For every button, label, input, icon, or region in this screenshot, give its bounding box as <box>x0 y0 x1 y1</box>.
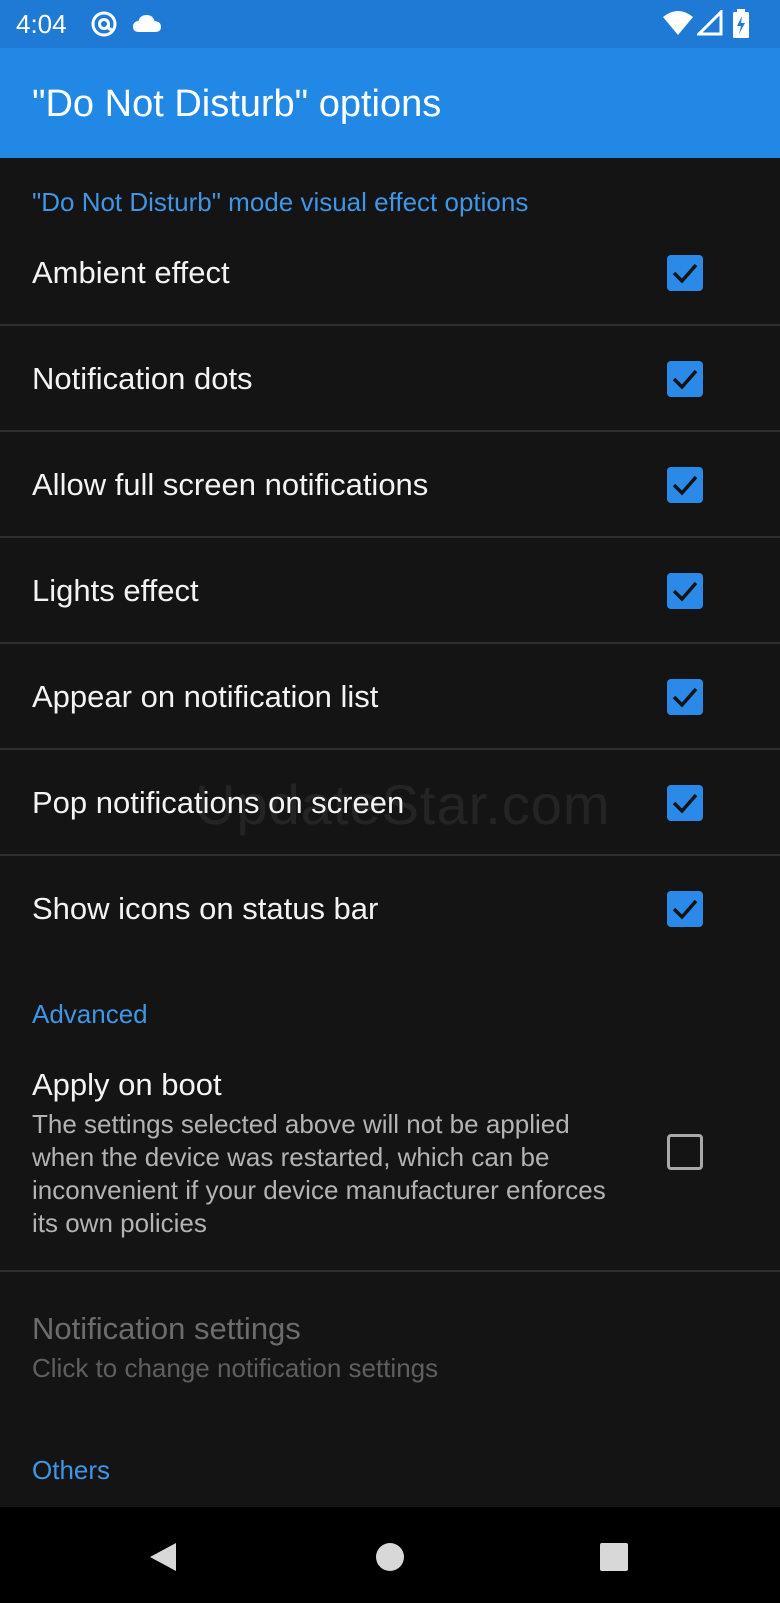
setting-title: Notification settings <box>32 1311 301 1346</box>
setting-label: Allow full screen notifications <box>32 467 429 502</box>
checkbox-status-bar-icons[interactable] <box>667 891 703 927</box>
setting-summary: Click to change notification settings <box>32 1353 439 1383</box>
setting-row-lights-effect[interactable]: Lights effect <box>0 538 780 644</box>
setting-label: Show icons on status bar <box>32 891 379 926</box>
checkbox-notification-list[interactable] <box>667 679 703 715</box>
wifi-icon <box>662 10 694 41</box>
cloud-icon <box>132 12 162 39</box>
setting-label: Appear on notification list <box>32 679 379 714</box>
status-time: 4:04 <box>16 9 67 39</box>
watermark: UpdateStar.com <box>195 773 611 836</box>
check-icon <box>672 475 698 496</box>
setting-row-notification-dots[interactable]: Notification dots <box>0 326 780 432</box>
checkbox-pop-notifications[interactable] <box>667 785 703 821</box>
at-sign-icon <box>90 10 118 43</box>
setting-row-apply-on-boot[interactable]: Apply on boot The settings selected abov… <box>0 1048 780 1272</box>
check-icon <box>672 263 698 284</box>
checkbox-lights-effect[interactable] <box>667 573 703 609</box>
checkbox-ambient-effect[interactable] <box>667 255 703 291</box>
home-icon[interactable] <box>375 1542 405 1577</box>
setting-label: Lights effect <box>32 573 199 608</box>
setting-row-full-screen-notifications[interactable]: Allow full screen notifications <box>0 432 780 538</box>
checkbox-full-screen-notifications[interactable] <box>667 467 703 503</box>
app-bar: "Do Not Disturb" options <box>0 48 780 158</box>
battery-charging-icon <box>732 9 750 44</box>
checkbox-apply-on-boot[interactable] <box>667 1134 703 1170</box>
status-bar: 4:04 <box>0 0 780 48</box>
settings-list[interactable]: "Do Not Disturb" mode visual effect opti… <box>0 158 780 1507</box>
checkbox-notification-dots[interactable] <box>667 361 703 397</box>
setting-row-status-bar-icons[interactable]: Show icons on status bar <box>0 856 780 962</box>
setting-summary: The settings selected above will not be … <box>32 1109 606 1238</box>
signal-icon <box>695 8 723 41</box>
setting-label: Ambient effect <box>32 255 230 290</box>
check-icon <box>672 369 698 390</box>
setting-row-notification-list[interactable]: Appear on notification list <box>0 644 780 750</box>
setting-label: Notification dots <box>32 361 253 396</box>
setting-title: Apply on boot <box>32 1067 222 1102</box>
check-icon <box>672 793 698 814</box>
section-header-visual-effects: "Do Not Disturb" mode visual effect opti… <box>32 187 529 217</box>
check-icon <box>672 687 698 708</box>
recents-icon[interactable] <box>600 1543 628 1576</box>
section-header-others: Others <box>32 1455 111 1485</box>
page-title: "Do Not Disturb" options <box>32 83 442 125</box>
setting-row-ambient-effect[interactable]: Ambient effect <box>0 230 780 326</box>
back-icon[interactable] <box>148 1541 178 1578</box>
check-icon <box>672 899 698 920</box>
setting-row-notification-settings[interactable]: Notification settings Click to change no… <box>0 1272 780 1402</box>
section-header-advanced: Advanced <box>32 999 148 1029</box>
navigation-bar <box>0 1507 780 1603</box>
check-icon <box>672 581 698 602</box>
